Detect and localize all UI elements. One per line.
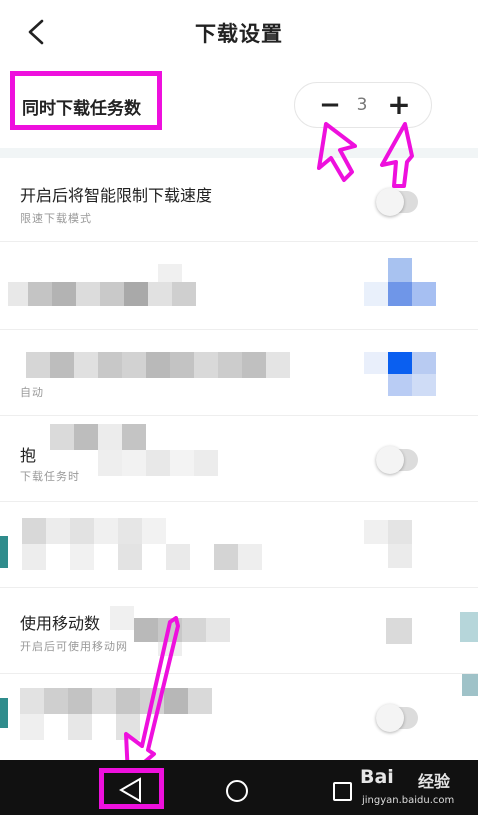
page-title: 下载设置 — [195, 22, 283, 46]
watermark-brand: Bai — [360, 766, 394, 788]
section-divider — [0, 148, 478, 158]
setting-title: 使用移动数 — [20, 614, 101, 633]
setting-subtitle: 自动 — [20, 386, 44, 399]
app-header: 下载设置 — [0, 0, 478, 66]
pixelated-toggle — [364, 520, 416, 568]
setting-title: 开启后将智能限制下载速度 — [20, 186, 213, 205]
pixelated-toggle — [364, 258, 436, 306]
pixelated-text — [0, 518, 300, 574]
setting-row-obscured-5[interactable] — [0, 674, 478, 760]
pixelated-text — [8, 264, 198, 310]
square-recent-icon[interactable] — [333, 782, 352, 801]
circle-home-icon[interactable] — [226, 780, 248, 802]
toggle-knob — [376, 704, 404, 732]
stepper-value: 3 — [356, 95, 368, 115]
increment-button[interactable]: + — [386, 90, 412, 120]
setting-row-obscured-4[interactable] — [0, 502, 478, 588]
triangle-back-icon[interactable] — [116, 776, 146, 804]
pixelated-text — [0, 684, 230, 750]
watermark: Bai 经验 jingyan.baidu.com — [360, 762, 478, 812]
decrement-button[interactable]: − — [318, 90, 342, 120]
pixelated-edge — [462, 674, 478, 704]
setting-row-obscured-2[interactable]: 自动 — [0, 330, 478, 416]
toggle-knob — [376, 188, 404, 216]
watermark-brand-cn: 经验 — [418, 772, 451, 791]
pixelated-text — [110, 606, 300, 656]
speed-limit-toggle[interactable] — [376, 188, 418, 216]
setting-toggle[interactable] — [376, 704, 418, 732]
setting-subtitle: 限速下载模式 — [20, 212, 92, 225]
toggle-knob — [376, 446, 404, 474]
setting-toggle[interactable] — [376, 446, 418, 474]
setting-row-obscured-3[interactable]: 抱 下载任务时 — [0, 416, 478, 502]
setting-title: 抱 — [20, 446, 37, 465]
pixelated-toggle — [364, 352, 436, 396]
pixelated-text — [26, 352, 296, 382]
pixelated-toggle — [386, 612, 478, 658]
concurrent-downloads-label: 同时下载任务数 — [22, 99, 141, 119]
watermark-url: jingyan.baidu.com — [362, 795, 455, 806]
setting-row-speed-limit[interactable]: 开启后将智能限制下载速度 限速下载模式 — [0, 158, 478, 242]
setting-row-obscured-1[interactable] — [0, 242, 478, 330]
setting-row-mobile-data[interactable]: 使用移动数 开启后可使用移动网 — [0, 588, 478, 674]
pixelated-text — [50, 424, 220, 484]
